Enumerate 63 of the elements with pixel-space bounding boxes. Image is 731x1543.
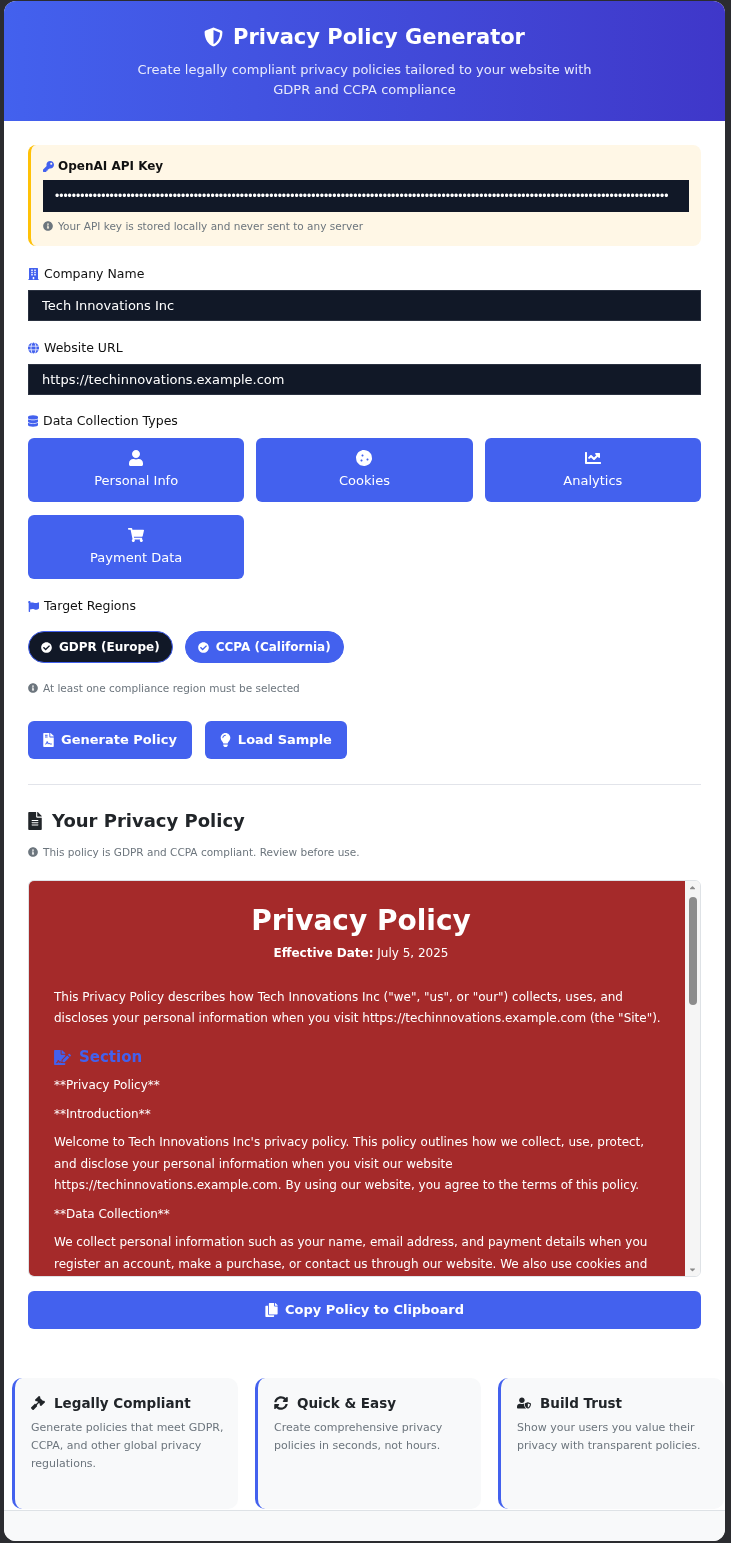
- info-icon: [28, 683, 38, 693]
- document-icon: [43, 733, 54, 747]
- copy-icon: [265, 1303, 278, 1317]
- user-shield-icon: [517, 1396, 531, 1410]
- field-label: Data Collection Types: [43, 414, 178, 428]
- feature-title: Build Trust: [540, 1394, 622, 1413]
- hint-text: This policy is GDPR and CCPA compliant. Review before use.: [43, 845, 360, 859]
- gavel-icon: [31, 1396, 45, 1410]
- scroll-up-arrow-icon[interactable]: [688, 883, 697, 892]
- feature-description: Show your users you value their privacy with transparent policies.: [517, 1420, 702, 1454]
- policy-paragraph: This Privacy Policy describes how Tech Innovations Inc ("we", "us", or "our") collects, uses, and discloses your personal information when you visit https://techinnovations.example.com (the "Site").: [54, 989, 662, 1027]
- data-type-option[interactable]: Analytics: [484, 438, 701, 502]
- region-toggle[interactable]: GDPR (Europe): [28, 631, 173, 663]
- feature-description: Create comprehensive privacy policies in seconds, not hours.: [274, 1420, 444, 1454]
- policy-paragraph: **Privacy Policy**: [54, 1077, 161, 1094]
- refresh-icon: [274, 1396, 288, 1410]
- feature-title: Legally Compliant: [54, 1394, 191, 1413]
- action-button[interactable]: Generate Policy: [28, 721, 192, 759]
- building-icon: [28, 268, 39, 280]
- feature-description: Generate policies that meet GDPR, CCPA, and other global privacy regulations.: [31, 1420, 225, 1472]
- scrollbar[interactable]: [685, 881, 700, 1276]
- policy-paragraph: **Data Collection**: [54, 1205, 171, 1223]
- key-icon: [43, 160, 54, 172]
- policy-paragraph: **Introduction**: [54, 1105, 152, 1123]
- field-label: Target Regions: [44, 599, 136, 613]
- person-icon: [128, 450, 145, 466]
- text-input[interactable]: Tech Innovations Inc: [28, 290, 701, 321]
- line-chart-icon: [584, 450, 601, 466]
- lightbulb-icon: [219, 733, 231, 747]
- shield-icon: [204, 26, 223, 48]
- signed-document-icon: [54, 1049, 71, 1065]
- policy-paragraph: Welcome to Tech Innovations Inc's privacy policy. This policy outlines how we collect, use, protect, and disclose your personal information when you visit our website https://techinnovations.example.com. By using our website, you agree to the terms of this policy.: [54, 1134, 646, 1194]
- policy-title: Privacy Policy: [250, 904, 472, 938]
- data-type-option[interactable]: Payment Data: [28, 515, 245, 579]
- info-icon: [43, 221, 53, 231]
- data-type-option[interactable]: Personal Info: [28, 438, 245, 502]
- flag-icon: [28, 600, 39, 612]
- field-label: Website URL: [44, 341, 123, 355]
- field-label: OpenAI API Key: [58, 158, 164, 174]
- feature-title: Quick & Easy: [297, 1394, 397, 1413]
- cart-icon: [128, 527, 145, 543]
- region-toggle[interactable]: CCPA (California): [184, 631, 344, 663]
- app-title: Privacy Policy Generator: [233, 24, 525, 51]
- cookie-icon: [356, 450, 373, 466]
- api-key-input[interactable]: ••••••••••••••••••••••••••••••••••••••••••••••••••••••••••••••••••••••••••••••••••••••••••••••••••••••••••••••••••••••••••••••••••••••••••••••••••: [43, 180, 689, 212]
- hint-text: At least one compliance region must be selected: [43, 681, 300, 695]
- section-title: Your Privacy Policy: [52, 809, 245, 833]
- section-heading: Section: [79, 1047, 143, 1067]
- app-subtitle: Create legally compliant privacy policies tailored to your website with GDPR and CCPA compliance: [136, 61, 593, 99]
- scroll-down-arrow-icon[interactable]: [688, 1265, 697, 1274]
- document-icon: [28, 812, 42, 830]
- field-label: Company Name: [44, 267, 145, 281]
- copy-button[interactable]: Copy Policy to Clipboard: [28, 1291, 701, 1329]
- info-icon: [28, 847, 38, 857]
- scrollbar-thumb[interactable]: [688, 897, 697, 1005]
- database-icon: [28, 415, 38, 427]
- policy-paragraph: We collect personal information such as your name, email address, and payment details when you register an account, make a purchase, or contact us through our website. We also use cookies and: [54, 1234, 649, 1273]
- text-input[interactable]: https://techinnovations.example.com: [28, 364, 701, 395]
- effective-date: Effective Date: July 5, 2025: [272, 945, 450, 961]
- data-type-option[interactable]: Cookies: [256, 438, 473, 502]
- hint-text: Your API key is stored locally and never sent to any server: [58, 219, 363, 233]
- globe-icon: [28, 342, 39, 354]
- action-button[interactable]: Load Sample: [204, 721, 347, 759]
